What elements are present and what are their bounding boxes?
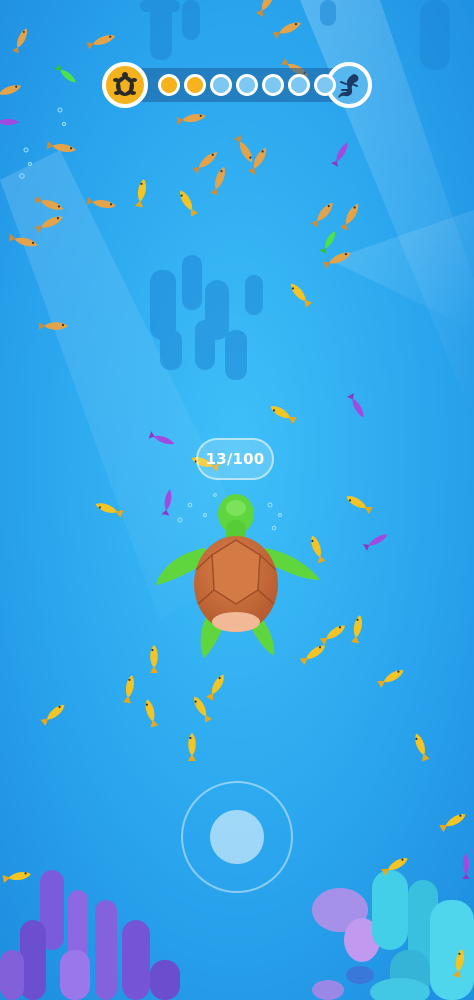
virtual-joystick[interactable]: [181, 781, 293, 893]
current-stage-badge: [102, 62, 148, 108]
joystick-knob[interactable]: [210, 810, 264, 864]
evolution-progress-bar: [102, 62, 374, 108]
lizard-icon: [338, 74, 359, 98]
food-counter: 13/100: [196, 438, 274, 480]
progress-dot-empty: [236, 74, 258, 96]
progress-dot-empty: [288, 74, 310, 96]
food-counter-text: 13/100: [205, 450, 265, 468]
turtle-icon: [113, 72, 137, 96]
progress-dot-empty: [210, 74, 232, 96]
progress-dot-filled: [158, 74, 180, 96]
progress-dot-empty: [262, 74, 284, 96]
progress-dot-filled: [184, 74, 206, 96]
progress-dot-empty: [314, 74, 336, 96]
